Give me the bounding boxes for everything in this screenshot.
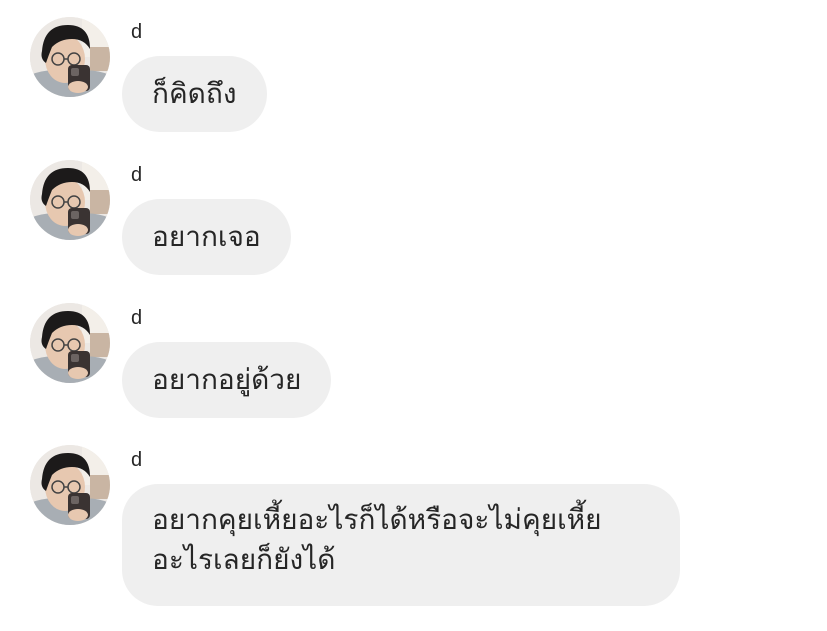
sender-name: d — [131, 164, 143, 186]
message-bubble[interactable]: อยากอยู่ด้วย — [122, 342, 332, 418]
avatar[interactable] — [30, 160, 110, 240]
message-bubble[interactable]: ก็คิดถึง — [122, 56, 267, 132]
sender-name: d — [131, 307, 143, 329]
sender-name: d — [131, 21, 143, 43]
avatar[interactable] — [30, 303, 110, 383]
sender-name: d — [131, 449, 143, 471]
message-bubble[interactable]: อยากคุยเหี้ยอะไรก็ได้หรือจะไม่คุยเหี้ย อ… — [122, 484, 680, 606]
avatar[interactable] — [30, 445, 110, 525]
avatar[interactable] — [30, 17, 110, 97]
profile-photo-icon — [30, 160, 110, 240]
profile-photo-icon — [30, 303, 110, 383]
profile-photo-icon — [30, 17, 110, 97]
profile-photo-icon — [30, 445, 110, 525]
message-bubble[interactable]: อยากเจอ — [122, 199, 291, 275]
message-line: อยากคุยเหี้ยอะไรก็ได้หรือจะไม่คุยเหี้ย — [152, 503, 602, 536]
message-line: อะไรเลยก็ยังได้ — [152, 543, 336, 576]
